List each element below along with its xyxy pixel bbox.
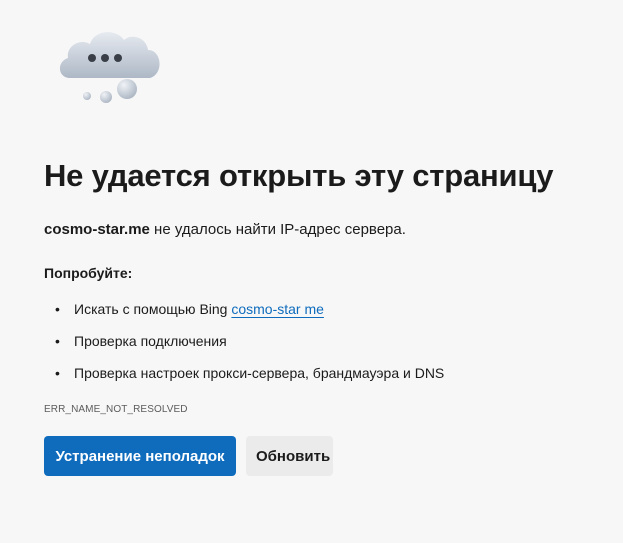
button-row: Устранение неполадок Обновить [44, 436, 333, 476]
error-message: cosmo-star.me не удалось найти IP-адрес … [44, 221, 406, 238]
bing-search-link[interactable]: cosmo-star me [231, 301, 324, 317]
cloud-dots-icon [54, 22, 174, 108]
suggestion-search-text: Искать с помощью Bing [74, 301, 232, 317]
refresh-button[interactable]: Обновить [246, 436, 333, 476]
bullet: • [55, 301, 60, 317]
suggestion-connection: • Проверка подключения [44, 330, 444, 362]
suggestion-connection-text: Проверка подключения [74, 333, 227, 349]
error-host: cosmo-star.me [44, 221, 150, 238]
page-title: Не удается открыть эту страницу [44, 158, 554, 193]
bullet: • [55, 333, 60, 349]
suggestion-proxy-text: Проверка настроек прокси-сервера, брандм… [74, 365, 445, 381]
error-code: ERR_NAME_NOT_RESOLVED [44, 404, 188, 415]
troubleshoot-button[interactable]: Устранение неполадок [44, 436, 236, 476]
suggestion-proxy: • Проверка настроек прокси-сервера, бран… [44, 362, 444, 394]
suggestions-list: • Искать с помощью Bing cosmo-star me • … [44, 298, 444, 394]
bullet: • [55, 365, 60, 381]
suggestion-search: • Искать с помощью Bing cosmo-star me [44, 298, 444, 330]
try-label: Попробуйте: [44, 265, 133, 281]
error-message-text: не удалось найти IP-адрес сервера. [149, 221, 406, 238]
